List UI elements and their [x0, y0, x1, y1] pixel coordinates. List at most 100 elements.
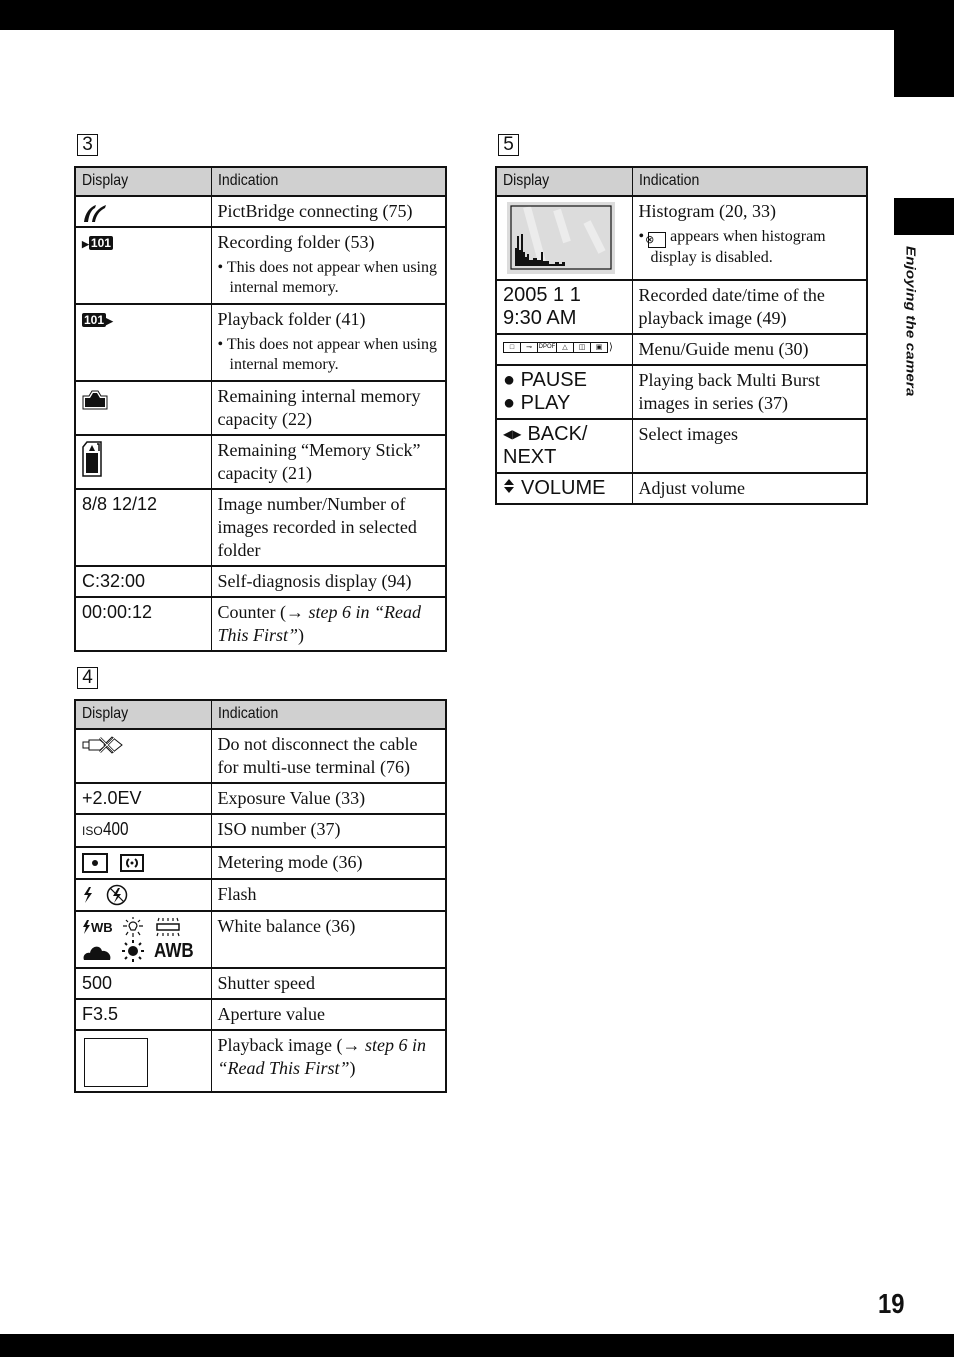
display-cell: +2.0EV — [74, 782, 212, 815]
memory-stick-icon — [82, 441, 102, 477]
table-row: C:32:00 Self-diagnosis display (94) — [74, 565, 447, 598]
table-row: □ ⊸ DPOF △ ◫ ▣ ⟩ Menu/Guide menu (30) — [495, 333, 868, 366]
display-cell: 101 ▶ — [74, 303, 212, 382]
flash-wb-icon: WB — [82, 916, 113, 939]
header-display: Display — [74, 699, 212, 730]
play-label: ● PLAY — [503, 392, 571, 414]
header-display: Display — [495, 166, 633, 197]
indication-cell: Remaining internal memory capacity (22) — [210, 380, 447, 436]
indication-cell: Histogram (20, 33) • ⊗ appears when hist… — [631, 195, 868, 281]
volume-updown-icon — [504, 479, 514, 493]
indication-cell: Select images — [631, 418, 868, 474]
indication-cell: Exposure Value (33) — [210, 782, 447, 815]
display-cell: ISO400 — [74, 813, 212, 848]
section-thumb-tab — [894, 198, 954, 235]
indication-text: Recording folder (53) — [217, 232, 375, 253]
display-cell — [74, 1029, 212, 1093]
section-number-3: 3 — [77, 134, 98, 156]
histogram-disabled-icon: ⊗ — [645, 232, 667, 248]
volume-label: VOLUME — [521, 477, 606, 499]
folder-tab-icon: □ — [503, 342, 521, 353]
pictbridge-icon — [84, 205, 106, 223]
table-row: VOLUME Adjust volume — [495, 472, 868, 505]
display-cell: ▶ 101 — [74, 226, 212, 305]
table-row: ISO400 ISO number (37) — [74, 813, 447, 848]
cloudy-icon — [83, 946, 111, 960]
resize-tab-icon: ▣ — [591, 342, 608, 353]
indication-text: Playback folder (41) — [217, 309, 366, 330]
header-indication: Indication — [210, 699, 447, 730]
iso-value: 400 — [102, 819, 129, 839]
indication-cell: Adjust volume — [631, 472, 868, 505]
header-display: Display — [74, 166, 212, 197]
next-label: NEXT — [503, 446, 557, 468]
indication-cell: Playing back Multi Burst images in serie… — [631, 364, 868, 420]
menu-tabs-strip: □ ⊸ DPOF △ ◫ ▣ ⟩ — [503, 342, 626, 353]
indication-cell: Counter (→ step 6 in “Read This First”) — [210, 596, 447, 652]
fluorescent-icon — [155, 917, 180, 937]
display-cell: ◀▶ BACK/ NEXT — [495, 418, 633, 474]
table-row: 00:00:12 Counter (→ step 6 in “Read This… — [74, 596, 447, 652]
display-cell — [74, 380, 212, 436]
protect-key-tab-icon: ⊸ — [521, 342, 538, 353]
indication-cell: Recording folder (53) • This does not ap… — [210, 226, 447, 305]
table-row: 8/8 12/12 Image number/Number of images … — [74, 488, 447, 567]
indication-cell: PictBridge connecting (75) — [210, 194, 447, 228]
usb-no-disconnect-icon — [82, 736, 123, 754]
table-row: Remaining “Memory Stick” capacity (21) — [74, 434, 447, 490]
slideshow-tab-icon: ◫ — [574, 342, 591, 353]
indication-cell: White balance (36) — [210, 910, 447, 969]
display-cell — [74, 846, 212, 880]
display-cell: 00:00:12 — [74, 596, 212, 652]
indication-cell: Metering mode (36) — [210, 846, 447, 880]
note-text: • ⊗ appears when histogram display is di… — [638, 228, 826, 266]
table-section-3: Display Indication PictBridge connecting… — [74, 166, 447, 653]
table-row: Do not disconnect the cable for multi-us… — [74, 728, 447, 784]
display-cell: VOLUME — [495, 472, 633, 505]
playback-folder-icon: 101 ▶ — [82, 312, 113, 327]
more-arrow-icon: ⟩ — [609, 342, 613, 353]
indication-cell: Aperture value — [210, 998, 447, 1031]
indication-text: Histogram (20, 33) — [638, 201, 776, 221]
histogram-image — [507, 202, 615, 274]
indication-cell: Recorded date/time of the playback image… — [631, 279, 868, 335]
bottom-black-bar — [0, 1334, 954, 1357]
top-black-bar — [0, 0, 954, 30]
table-row: ● PAUSE ● PLAY Playing back Multi Burst … — [495, 364, 868, 420]
indication-cell: Flash — [210, 878, 447, 912]
table-header-row: Display Indication — [74, 699, 447, 730]
indication-cell: Do not disconnect the cable for multi-us… — [210, 728, 447, 784]
display-cell: F3.5 — [74, 998, 212, 1031]
display-cell: □ ⊸ DPOF △ ◫ ▣ ⟩ — [495, 333, 633, 366]
table-row: ▶ 101 Recording folder (53) • This does n… — [74, 226, 447, 305]
table-header-row: Display Indication — [74, 166, 447, 197]
date-line: 2005 1 1 — [503, 284, 581, 306]
display-cell — [74, 728, 212, 784]
table-row: Metering mode (36) — [74, 846, 447, 880]
time-line: 9:30 AM — [503, 307, 577, 329]
display-cell — [74, 878, 212, 912]
section-number-4: 4 — [77, 667, 98, 689]
display-cell: C:32:00 — [74, 565, 212, 598]
display-cell — [74, 434, 212, 490]
back-label: BACK/ — [527, 423, 588, 445]
awb-icon: AWB — [154, 939, 194, 962]
table-row: Playback image (→ step 6 in “Read This F… — [74, 1029, 447, 1093]
table-row: Flash — [74, 878, 447, 912]
indication-cell: Playback image (→ step 6 in “Read This F… — [210, 1029, 447, 1093]
flash-icon — [84, 887, 92, 903]
display-cell: WB AWB — [74, 910, 212, 969]
indication-cell: Playback folder (41) • This does not app… — [210, 303, 447, 382]
table-row: Histogram (20, 33) • ⊗ appears when hist… — [495, 195, 868, 281]
table-row: Remaining internal memory capacity (22) — [74, 380, 447, 436]
display-cell: ● PAUSE ● PLAY — [495, 364, 633, 420]
table-row: PictBridge connecting (75) — [74, 194, 447, 228]
recording-folder-icon: ▶ 101 — [82, 235, 113, 250]
indication-cell: Remaining “Memory Stick” capacity (21) — [210, 434, 447, 490]
side-tab-label: Enjoying the camera — [903, 246, 918, 397]
pause-label: ● PAUSE — [503, 369, 587, 391]
header-indication: Indication — [631, 166, 868, 197]
table-row: 101 ▶ Playback folder (41) • This does no… — [74, 303, 447, 382]
playback-image-frame — [84, 1038, 148, 1087]
indication-cell: Shutter speed — [210, 967, 447, 1000]
